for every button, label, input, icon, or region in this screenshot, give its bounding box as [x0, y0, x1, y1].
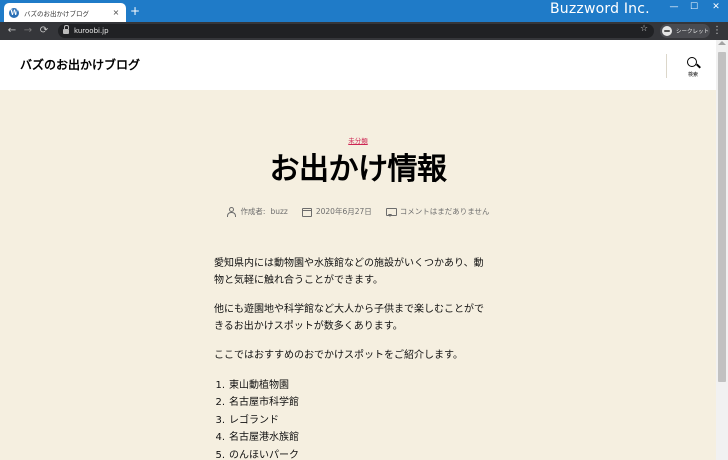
browser-menu-icon[interactable]: ⋮: [712, 24, 722, 38]
search-toggle-button[interactable]: 検索: [682, 57, 704, 83]
list-item: 4. 名古屋港水族館: [214, 430, 504, 448]
calendar-icon: [301, 207, 312, 217]
list-number: 5.: [215, 449, 225, 460]
post-meta: 作成者: buzz 2020年6月27日 コメントはまだありません: [0, 206, 716, 217]
list-item: 2. 名古屋市科学館: [214, 395, 504, 413]
maximize-button[interactable]: ☐: [684, 2, 704, 12]
scroll-up-arrow-icon[interactable]: [718, 41, 726, 45]
list-number: 1.: [215, 379, 225, 391]
scroll-thumb[interactable]: [718, 52, 726, 382]
close-tab-icon[interactable]: ×: [111, 8, 121, 17]
paragraph: ここではおすすめのおでかけスポットをご紹介します。: [214, 348, 504, 365]
incognito-icon: [662, 26, 672, 36]
site-header: バズのお出かけブログ 検索: [0, 40, 716, 90]
list-number: 2.: [215, 397, 225, 408]
spot-list: 1. 東山動植物園 2. 名古屋市科学館 3. レゴランド 4. 名古屋港水族館 5. の…: [214, 378, 504, 460]
paragraph-line: 物と気軽に触れ合うことができます。: [214, 274, 383, 286]
browser-toolbar: ← → ⟳ kuroobi.jp ☆ シークレット ⋮: [0, 22, 728, 40]
post-date: 2020年6月27日: [301, 206, 372, 217]
lock-icon: [63, 25, 69, 34]
paragraph-line: 他にも遊園地や科学館など大人から子供まで楽しむことがで: [214, 304, 484, 315]
reload-button[interactable]: ⟳: [38, 24, 50, 38]
post-category: 未分類: [0, 128, 716, 147]
site-title-link[interactable]: バズのお出かけブログ: [20, 56, 140, 73]
paragraph-line: きるお出かけスポットが数多くあります。: [214, 320, 403, 332]
url-text: kuroobi.jp: [74, 27, 109, 35]
header-divider: [666, 54, 667, 78]
address-bar[interactable]: kuroobi.jp: [58, 24, 654, 38]
wordpress-icon: W: [9, 7, 19, 18]
back-button[interactable]: ←: [6, 24, 18, 38]
post-title: お出かけ情報: [269, 152, 448, 187]
close-window-button[interactable]: ✕: [706, 2, 726, 12]
search-icon: [686, 57, 700, 70]
list-number: 3.: [215, 414, 225, 426]
comment-icon: [385, 207, 397, 217]
paragraph-line: ここではおすすめのおでかけスポットをご紹介します。: [214, 350, 463, 361]
comments-link[interactable]: コメントはまだありません: [400, 206, 490, 217]
incognito-profile-button[interactable]: シークレット: [660, 24, 710, 38]
list-number: 4.: [215, 432, 225, 443]
browser-titlebar: W バズのお出かけブログ × + Buzzword Inc. — ☐ ✕: [0, 0, 728, 22]
new-tab-button[interactable]: +: [130, 4, 140, 18]
minimize-button[interactable]: —: [664, 2, 684, 12]
forward-button[interactable]: →: [22, 24, 34, 38]
brand-watermark: Buzzword Inc.: [550, 1, 650, 17]
browser-tab[interactable]: W バズのお出かけブログ ×: [4, 3, 126, 22]
category-link[interactable]: 未分類: [348, 137, 368, 145]
list-item: 5. のんほいパーク: [214, 448, 504, 460]
author-link[interactable]: buzz: [270, 207, 287, 216]
post-comments: コメントはまだありません: [385, 206, 490, 217]
list-text: 名古屋市科学館: [229, 397, 299, 408]
post-content: 愛知県内には動物園や水族館などの施設がいくつかあり、動 物と気軽に触れ合うことが…: [214, 256, 504, 460]
list-text: 名古屋港水族館: [229, 432, 299, 443]
paragraph-line: 愛知県内には動物園や水族館などの施設がいくつかあり、動: [214, 258, 484, 269]
date-link[interactable]: 2020年6月27日: [316, 206, 372, 217]
list-text: 東山動植物園: [229, 379, 289, 391]
page-scrollbar[interactable]: [716, 40, 728, 460]
page-viewport: バズのお出かけブログ 検索 未分類 お出かけ情報 作成者: buzz 2020年…: [0, 40, 728, 460]
list-item: 1. 東山動植物園: [214, 378, 504, 396]
list-text: レゴランド: [229, 414, 279, 426]
author-prefix: 作成者:: [240, 207, 266, 216]
bookmark-star-icon[interactable]: ☆: [640, 24, 648, 35]
search-label: 検索: [687, 72, 698, 78]
list-text: のんほいパーク: [229, 449, 299, 460]
paragraph: 他にも遊園地や科学館など大人から子供まで楽しむことがで きるお出かけスポットが数…: [214, 302, 504, 335]
user-icon: [226, 207, 237, 217]
paragraph: 愛知県内には動物園や水族館などの施設がいくつかあり、動 物と気軽に触れ合うことが…: [214, 256, 504, 289]
post-author: 作成者: buzz: [226, 206, 288, 217]
list-item: 3. レゴランド: [214, 413, 504, 431]
incognito-label: シークレット: [676, 29, 710, 35]
tab-title: バズのお出かけブログ: [24, 9, 89, 18]
